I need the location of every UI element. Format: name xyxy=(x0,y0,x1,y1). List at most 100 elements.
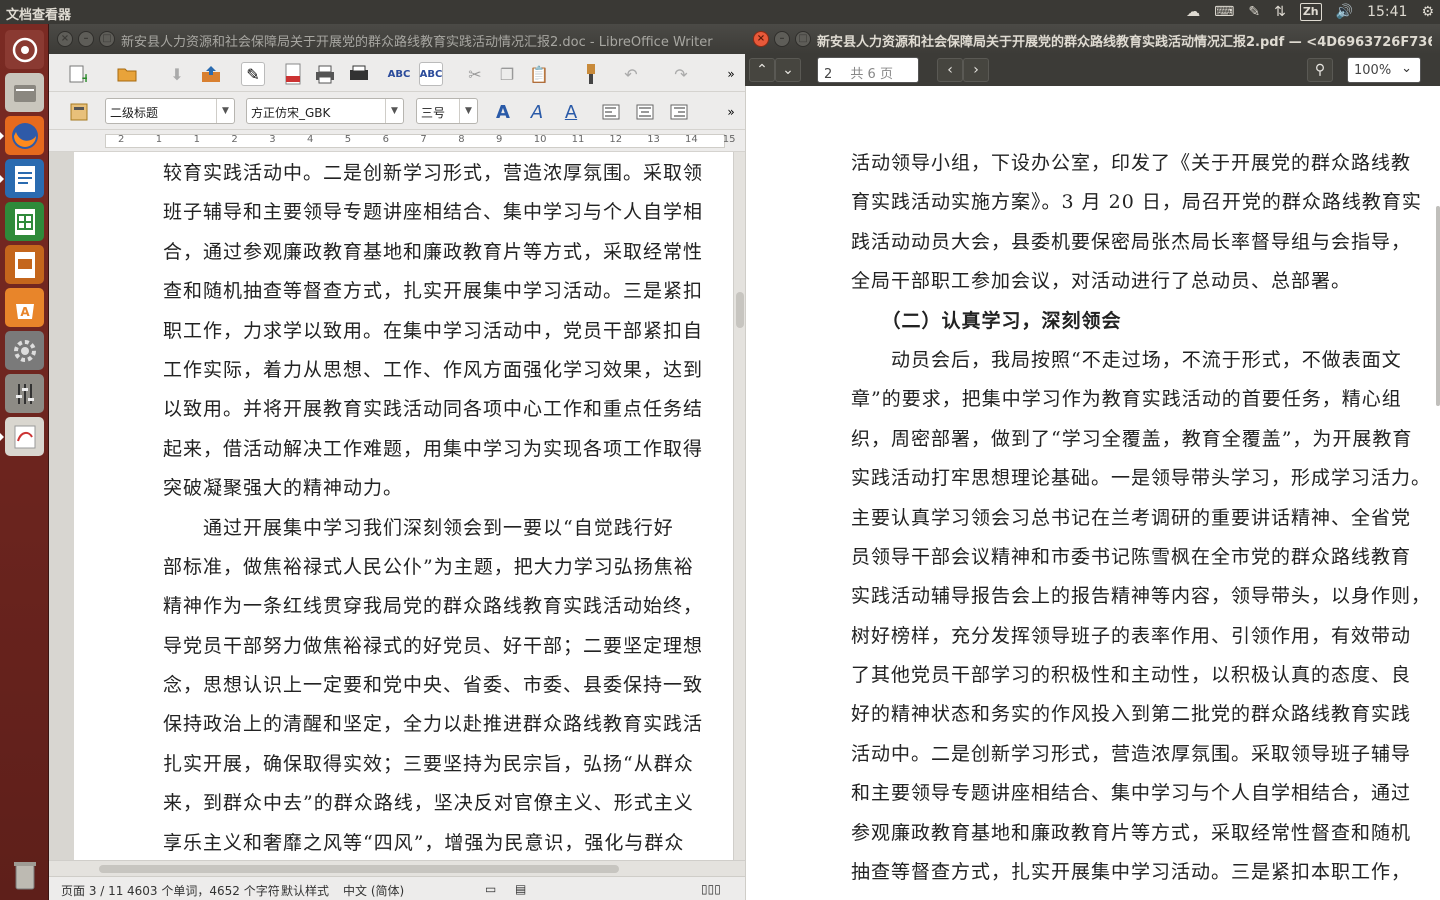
document-line[interactable]: 起来，借活动解决工作难题，用集中学习为实现各项工作取得 xyxy=(163,430,733,469)
selection-mode-icon[interactable]: ▭ xyxy=(485,882,496,896)
chevron-down-icon[interactable]: ▼ xyxy=(216,99,234,123)
chevron-down-icon[interactable]: ▼ xyxy=(459,99,477,123)
document-line[interactable]: 保持政治上的清醒和坚定，全力以赴推进群众路线教育实践活 xyxy=(163,705,733,744)
document-line[interactable]: 来，到群众中去”的群众路线，坚决反对官僚主义、形式主义 xyxy=(163,784,733,823)
document-line[interactable]: 查和随机抽查等督查方式，扎实开展集中学习活动。三是紧扣 xyxy=(163,272,733,311)
document-line[interactable]: 较育实践活动中。二是创新学习形式，营造浓厚氛围。采取领 xyxy=(163,154,733,193)
document-line[interactable]: 享乐主义和奢靡之风等“四风”，增强为民意识，强化与群众 xyxy=(163,824,733,860)
clone-formatting-icon[interactable] xyxy=(579,62,603,86)
document-line[interactable]: 部标准，做焦裕禄式人民公仆”为主题，把大力学习弘扬焦裕 xyxy=(163,548,733,587)
scroll-indicator[interactable] xyxy=(1436,206,1440,406)
document-line[interactable]: 精神作为一条红线贯穿我局党的群众路线教育实践活动始终， xyxy=(163,587,733,626)
export-pdf-icon[interactable] xyxy=(281,62,305,86)
chevron-down-icon[interactable]: ⌄ xyxy=(1401,61,1412,76)
document-page[interactable]: 较育实践活动中。二是创新学习形式，营造浓厚氛围。采取领 班子辅导和主要领导专题讲座… xyxy=(74,152,733,860)
align-left-icon[interactable] xyxy=(599,100,623,124)
calc-icon[interactable] xyxy=(5,202,44,241)
align-center-icon[interactable] xyxy=(633,100,657,124)
document-viewer-icon[interactable] xyxy=(0,417,44,456)
page-style[interactable]: 默认样式 xyxy=(281,882,329,899)
software-center-icon[interactable]: A xyxy=(5,288,44,327)
files-icon[interactable] xyxy=(5,73,44,112)
export-icon[interactable] xyxy=(199,62,223,86)
copy-icon[interactable]: ❐ xyxy=(495,62,519,86)
document-modified-icon[interactable]: ▤ xyxy=(515,882,526,896)
spellcheck-icon[interactable]: ABC xyxy=(387,62,411,86)
maximize-button[interactable]: □ xyxy=(795,31,811,47)
new-document-icon[interactable]: + xyxy=(65,62,89,86)
print-icon[interactable] xyxy=(313,62,337,86)
underline-icon[interactable]: A xyxy=(559,100,583,124)
document-line[interactable]: 念，思想认识上一定要和党中央、省委、市委、县委保持一致 xyxy=(163,666,733,705)
text-language[interactable]: 中文 (简体) xyxy=(343,882,404,899)
document-line[interactable]: 职工作，力求学以致用。在集中学习活动中，党员干部紧扣自 xyxy=(163,312,733,351)
font-name-combo[interactable]: 方正仿宋_GBK ▼ xyxy=(246,98,404,124)
maximize-button[interactable]: □ xyxy=(99,31,115,47)
horizontal-ruler[interactable]: 2 1 1 2 3 4 5 6 7 8 9 10 11 12 13 14 15 xyxy=(49,130,745,152)
scroll-thumb[interactable] xyxy=(736,292,744,328)
firefox-icon[interactable] xyxy=(0,116,44,155)
clock[interactable]: 15:41 xyxy=(1367,0,1407,24)
back-icon[interactable]: ‹ xyxy=(937,58,963,82)
vertical-scrollbar[interactable] xyxy=(733,152,745,860)
network-transfer-icon[interactable]: ⇅ xyxy=(1274,0,1286,24)
ruler-tick-label: 10 xyxy=(533,134,547,145)
page-indicator[interactable]: 页面 3 / 11 xyxy=(61,882,123,899)
minimize-button[interactable]: – xyxy=(774,31,790,47)
chevron-down-icon[interactable]: ▼ xyxy=(385,99,403,123)
redo-icon[interactable]: ↷ xyxy=(669,62,693,86)
trash-icon[interactable] xyxy=(5,855,44,894)
close-button[interactable]: × xyxy=(57,31,73,47)
align-right-icon[interactable] xyxy=(667,100,691,124)
styles-icon[interactable] xyxy=(67,100,91,124)
save-icon[interactable]: ⬇ xyxy=(165,62,189,86)
scroll-thumb[interactable] xyxy=(99,865,619,873)
mixer-icon[interactable] xyxy=(5,374,44,413)
zoom-select[interactable]: 100% ⌄ xyxy=(1347,57,1421,83)
edit-mode-icon[interactable]: ✎ xyxy=(241,62,265,86)
document-line[interactable]: 班子辅导和主要领导专题讲座相结合、集中学习与个人自学相 xyxy=(163,193,733,232)
open-folder-icon[interactable] xyxy=(115,62,139,86)
close-button[interactable]: × xyxy=(753,31,769,47)
chevron-up-icon[interactable]: ⌃ xyxy=(749,58,775,82)
input-method-indicator[interactable]: Zh xyxy=(1299,3,1322,21)
volume-icon[interactable]: 🔊 xyxy=(1336,0,1353,24)
document-line[interactable]: 工作实际，着力从思想、工作、作风方面强化学习效果，达到 xyxy=(163,351,733,390)
document-line[interactable]: 以致用。并将开展教育实践活动同各项中心工作和重点任务结 xyxy=(163,390,733,429)
document-viewer-window: × – □ 新安县人力资源和社会保障局关于开展党的群众路线教育实践活动情况汇报2… xyxy=(745,24,1440,900)
auto-spellcheck-icon[interactable]: ABC xyxy=(419,62,443,86)
cloud-sync-icon[interactable]: ☁ xyxy=(1186,0,1200,24)
paperclip-icon[interactable]: ✎ xyxy=(1248,0,1260,24)
cut-icon[interactable]: ✂ xyxy=(463,62,487,86)
undo-icon[interactable]: ↶ xyxy=(619,62,643,86)
writer-icon[interactable] xyxy=(0,159,44,198)
word-count[interactable]: 4603 个单词，4652 个字符 xyxy=(127,882,280,899)
impress-icon[interactable] xyxy=(5,245,44,284)
bold-icon[interactable]: A xyxy=(491,100,515,124)
keyboard-icon[interactable]: ⌨ xyxy=(1214,0,1234,24)
paste-icon[interactable]: 📋 xyxy=(527,62,551,86)
gear-icon[interactable]: ⚙ xyxy=(1421,0,1434,24)
forward-icon[interactable]: › xyxy=(963,58,989,82)
dash-icon[interactable] xyxy=(5,30,44,69)
italic-icon[interactable]: A xyxy=(525,100,549,124)
chevron-down-icon[interactable]: ⌄ xyxy=(775,58,801,82)
document-line[interactable]: 通过开展集中学习我们深刻领会到一要以“自觉践行好 xyxy=(163,509,733,548)
minimize-button[interactable]: – xyxy=(78,31,94,47)
toolbar-overflow-icon[interactable]: » xyxy=(719,62,743,86)
document-line[interactable]: 扎实开展，确保取得实效；三要坚持为民宗旨，弘扬“从群众 xyxy=(163,745,733,784)
toolbar-overflow-icon[interactable]: » xyxy=(719,100,743,124)
view-layout-icon[interactable]: ▯▯▯ xyxy=(701,882,721,896)
document-text[interactable]: 较育实践活动中。二是创新学习形式，营造浓厚氛围。采取领 班子辅导和主要领导专题讲座… xyxy=(163,154,733,860)
page-number-field[interactable]: 2 共 6 页 xyxy=(817,57,919,83)
pdf-page[interactable]: 活动领导小组，下设办公室，印发了《关于开展党的群众路线教 育实践活动实施方案》。3… xyxy=(745,86,1440,900)
document-line[interactable]: 合，通过参观廉政教育基地和廉政教育片等方式，采取经常性 xyxy=(163,233,733,272)
document-line[interactable]: 导党员干部努力做焦裕禄式的好党员、好干部；二要坚定理想 xyxy=(163,627,733,666)
document-line[interactable]: 突破凝聚强大的精神动力。 xyxy=(163,469,733,508)
system-settings-icon[interactable] xyxy=(5,331,44,370)
font-size-combo[interactable]: 三号 ▼ xyxy=(416,98,478,124)
paragraph-style-combo[interactable]: 二级标题 ▼ xyxy=(105,98,235,124)
horizontal-scrollbar[interactable] xyxy=(49,860,745,876)
print-preview-icon[interactable] xyxy=(347,62,371,86)
search-icon[interactable]: ⚲ xyxy=(1307,58,1333,82)
